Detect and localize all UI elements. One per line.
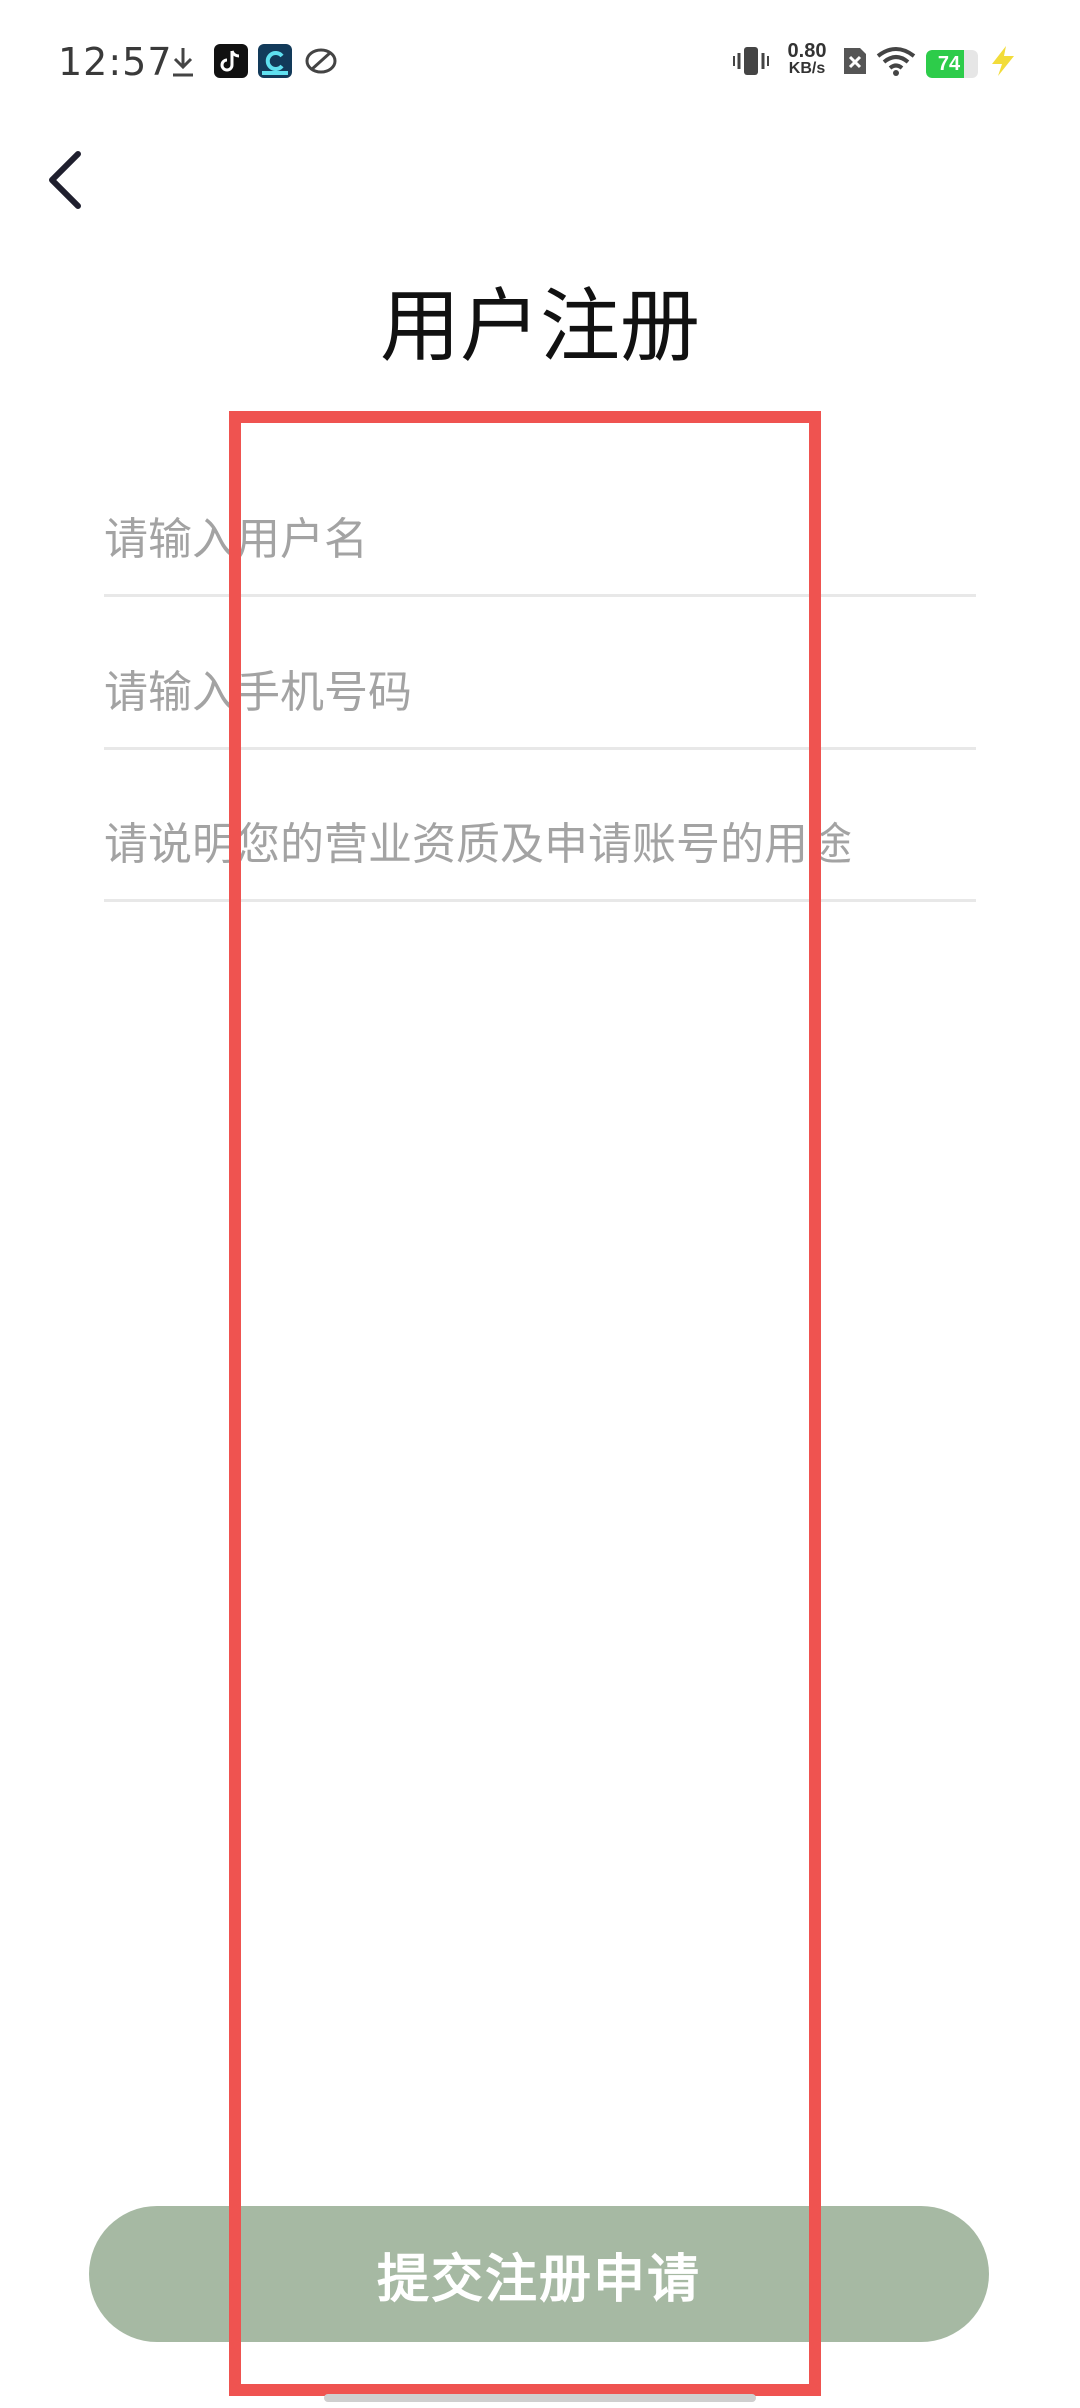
battery-level: 74	[937, 53, 961, 75]
no-sim-icon	[844, 48, 866, 74]
battery-icon: 74	[926, 50, 978, 78]
wifi-icon	[876, 47, 916, 76]
vibrate-icon	[733, 47, 769, 75]
chevron-left-icon	[49, 151, 81, 209]
tiktok-icon	[214, 44, 248, 78]
status-bar: 12:57 0.80 KB/s 74	[0, 0, 1080, 120]
sync-icon	[305, 48, 337, 74]
page-title: 用户注册	[380, 280, 700, 373]
network-speed-unit: KB/s	[788, 60, 826, 77]
charging-icon	[992, 46, 1014, 76]
username-input[interactable]	[104, 484, 976, 597]
home-indicator[interactable]	[324, 2394, 756, 2402]
purpose-input[interactable]	[104, 789, 976, 902]
network-speed-value: 0.80	[787, 40, 827, 62]
submit-registration-button[interactable]: 提交注册申请	[89, 2206, 989, 2342]
back-button[interactable]	[36, 140, 106, 220]
phone-input[interactable]	[104, 637, 976, 750]
network-speed: 0.80 KB/s	[780, 40, 834, 78]
registration-page: 12:57 0.80 KB/s 74 用户注册 请输入用户名 请输入手机号码 请…	[0, 0, 1080, 2408]
status-time: 12:57	[58, 40, 173, 84]
app-icon	[258, 44, 292, 78]
download-icon	[173, 48, 193, 77]
